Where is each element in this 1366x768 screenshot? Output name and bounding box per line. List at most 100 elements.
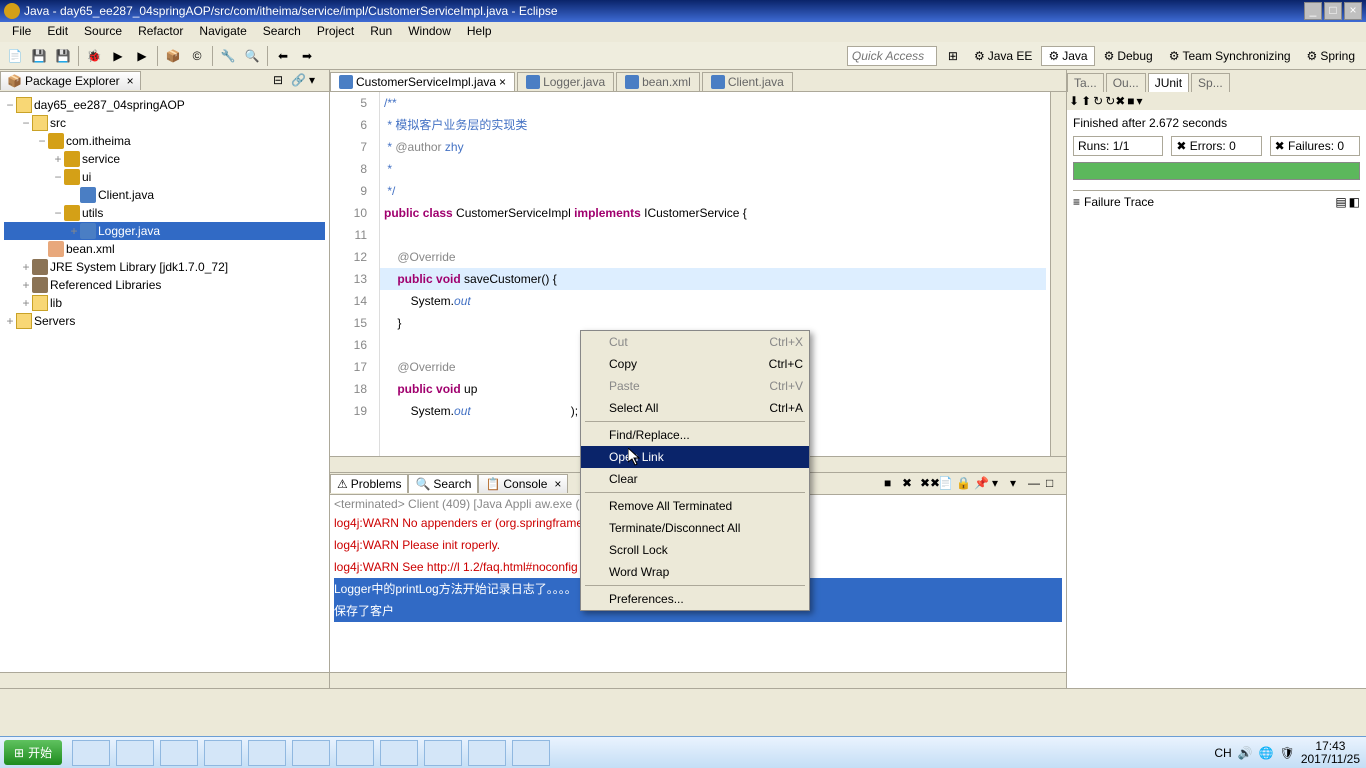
filter-icon[interactable]: ▤ [1335,195,1346,209]
menu-project[interactable]: Project [309,22,362,42]
forward-button[interactable]: ➡ [296,45,318,67]
tree-item[interactable]: −com.itheima [4,132,325,150]
search-button[interactable]: 🔍 [241,45,263,67]
menu-item-word-wrap[interactable]: Word Wrap [581,561,809,583]
menu-item-clear[interactable]: Clear [581,468,809,490]
menu-item-terminate-disconnect-all[interactable]: Terminate/Disconnect All [581,517,809,539]
tree-item[interactable]: Client.java [4,186,325,204]
taskbar-app-10[interactable] [468,740,506,766]
tree-item[interactable]: −day65_ee287_04springAOP [4,96,325,114]
menu-item-open-link[interactable]: Open Link [581,446,809,468]
problems-tab[interactable]: ⚠ Problems [330,474,408,493]
editor-tab[interactable]: Client.java [702,72,793,91]
new-class-button[interactable]: © [186,45,208,67]
close-icon[interactable]: × [127,74,134,88]
debug-button[interactable]: 🐞 [83,45,105,67]
menu-help[interactable]: Help [459,22,500,42]
minimize-icon[interactable]: — [1028,476,1044,492]
package-explorer-tab[interactable]: 📦 Package Explorer × [0,71,141,90]
new-button[interactable]: 📄 [4,45,26,67]
tree-item[interactable]: −src [4,114,325,132]
menu-window[interactable]: Window [400,22,459,42]
remove-all-icon[interactable]: ✖✖ [920,476,936,492]
taskbar-app-5[interactable] [248,740,286,766]
ime-indicator[interactable]: CH [1214,746,1231,760]
menu-item-copy[interactable]: CopyCtrl+C [581,353,809,375]
tree-item[interactable]: +JRE System Library [jdk1.7.0_72] [4,258,325,276]
junit-tab[interactable]: Ou... [1106,73,1146,92]
display-console-icon[interactable]: ▾ [992,476,1008,492]
system-clock[interactable]: 17:43 2017/11/25 [1301,740,1360,766]
close-icon[interactable]: × [554,477,561,491]
menu-run[interactable]: Run [362,22,400,42]
menu-item-preferences---[interactable]: Preferences... [581,588,809,610]
junit-tab[interactable]: Ta... [1067,73,1104,92]
start-button[interactable]: ⊞ 开始 [4,740,62,765]
menu-item-cut[interactable]: CutCtrl+X [581,331,809,353]
pin-console-icon[interactable]: 📌 [974,476,990,492]
perspective-team-synchronizing[interactable]: ⚙Team Synchronizing [1162,46,1298,66]
menu-item-remove-all-terminated[interactable]: Remove All Terminated [581,495,809,517]
menu-item-paste[interactable]: PasteCtrl+V [581,375,809,397]
junit-tab[interactable]: Sp... [1191,73,1230,92]
tree-item[interactable]: +Servers [4,312,325,330]
open-perspective-button[interactable]: ⊞ [941,46,965,66]
prev-failure-icon[interactable]: ⬆ [1081,94,1091,108]
console-tab[interactable]: 📋 Console × [478,474,568,493]
menu-edit[interactable]: Edit [39,22,76,42]
vertical-scrollbar[interactable] [1050,92,1066,456]
collapse-all-icon[interactable]: ⊟ [273,73,289,89]
perspective-java[interactable]: ⚙Java [1041,46,1094,66]
menu-source[interactable]: Source [76,22,130,42]
menu-item-scroll-lock[interactable]: Scroll Lock [581,539,809,561]
open-console-icon[interactable]: ▾ [1010,476,1026,492]
open-type-button[interactable]: 🔧 [217,45,239,67]
perspective-java-ee[interactable]: ⚙Java EE [967,46,1039,66]
search-tab[interactable]: 🔍 Search [408,474,478,493]
compare-icon[interactable]: ◧ [1349,195,1360,209]
taskbar-app-9[interactable] [424,740,462,766]
new-package-button[interactable]: 📦 [162,45,184,67]
stop-icon[interactable]: ■ [1127,94,1134,108]
perspective-spring[interactable]: ⚙Spring [1300,46,1362,66]
tray-icon[interactable]: 🔊 [1238,746,1253,760]
rerun-failed-icon[interactable]: ↻✖ [1105,94,1125,108]
link-editor-icon[interactable]: 🔗 [291,73,307,89]
taskbar-app-8[interactable] [380,740,418,766]
menu-item-select-all[interactable]: Select AllCtrl+A [581,397,809,419]
view-menu-icon[interactable]: ▾ [309,73,325,89]
tree-item[interactable]: +Referenced Libraries [4,276,325,294]
tray-icon[interactable]: 🌐 [1259,746,1274,760]
next-failure-icon[interactable]: ⬇ [1069,94,1079,108]
rerun-icon[interactable]: ↻ [1093,94,1103,108]
quick-access-input[interactable] [847,46,937,66]
horizontal-scrollbar[interactable] [0,672,329,688]
tree-item[interactable]: +lib [4,294,325,312]
run-button[interactable]: ▶ [107,45,129,67]
maximize-button[interactable]: □ [1324,2,1342,20]
tray-icon[interactable]: 🛡 [1280,746,1295,760]
terminate-icon[interactable]: ■ [884,476,900,492]
taskbar-app-3[interactable] [160,740,198,766]
menu-navigate[interactable]: Navigate [191,22,254,42]
junit-tab[interactable]: JUnit [1148,73,1189,92]
perspective-debug[interactable]: ⚙Debug [1097,46,1160,66]
taskbar-app-11[interactable] [512,740,550,766]
back-button[interactable]: ⬅ [272,45,294,67]
console-horizontal-scrollbar[interactable] [330,672,1066,688]
scroll-lock-icon[interactable]: 🔒 [956,476,972,492]
editor-tab[interactable]: Logger.java [517,72,614,91]
history-icon[interactable]: ▾ [1137,94,1143,108]
clear-console-icon[interactable]: 📄 [938,476,954,492]
tree-item[interactable]: +Logger.java [4,222,325,240]
minimize-button[interactable]: _ [1304,2,1322,20]
tree-item[interactable]: bean.xml [4,240,325,258]
tree-item[interactable]: −utils [4,204,325,222]
taskbar-app-4[interactable] [204,740,242,766]
taskbar-app-2[interactable] [116,740,154,766]
tree-item[interactable]: −ui [4,168,325,186]
editor-tab[interactable]: CustomerServiceImpl.java × [330,72,515,91]
save-all-button[interactable]: 💾 [52,45,74,67]
taskbar-app-7[interactable] [336,740,374,766]
close-icon[interactable]: × [499,75,506,89]
